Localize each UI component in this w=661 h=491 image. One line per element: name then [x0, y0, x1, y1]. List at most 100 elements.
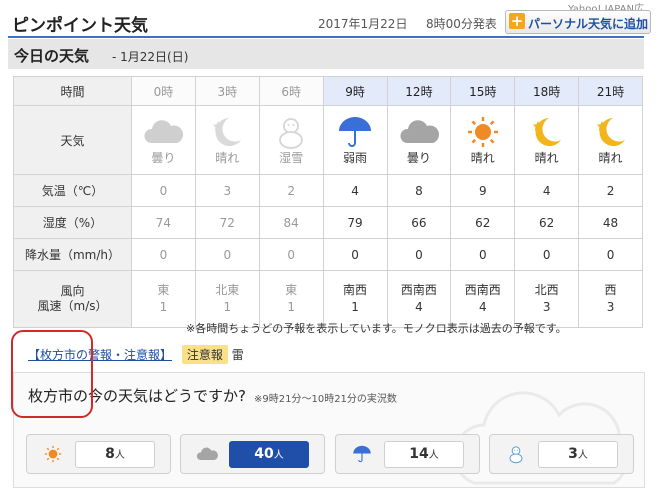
vote-button-sun[interactable]: 8人: [26, 434, 171, 474]
vote-count-value: 14: [409, 446, 429, 462]
cell-precipitation: 0: [514, 238, 580, 271]
wind-direction: 南西: [343, 283, 368, 297]
weather-label: 晴れ: [215, 150, 240, 165]
cloud-icon: [141, 115, 185, 149]
umbrella-icon: [350, 443, 374, 465]
cell-weather: 湿雪: [258, 105, 324, 175]
plus-icon: +: [509, 12, 525, 30]
cell-humidity: 72: [194, 206, 260, 239]
add-personal-weather-button[interactable]: + パーソナル天気に追加: [505, 10, 651, 34]
row-label-wind-speed: 風速（m/s）: [37, 299, 108, 313]
row-wind: 風向 風速（m/s）東 1 北東 1 東 1 南西 1 西南西 4 西南西 4 北西 3 西 3: [13, 270, 643, 328]
weather-label: 晴れ: [470, 150, 495, 165]
today-section-header: 今日の天気 - 1月22日(日): [8, 39, 644, 69]
cell-temperature: 3: [194, 174, 260, 207]
cell-time: 12時: [386, 76, 452, 106]
cell-wind: 西南西 4: [386, 270, 452, 328]
umbrella-icon: [333, 115, 377, 149]
wind-speed: 3: [606, 300, 615, 314]
published-time: 8時00分発表: [426, 17, 497, 31]
cell-time: 6時: [258, 76, 324, 106]
cell-weather: 晴れ: [194, 105, 260, 175]
wind-direction: 北東: [215, 283, 240, 297]
cell-temperature: 2: [258, 174, 324, 207]
forecast-date: 2017年1月22日: [318, 17, 408, 31]
alert-badge: 注意報: [181, 345, 228, 364]
wind-speed: 3: [542, 300, 551, 314]
cell-humidity: 62: [514, 206, 580, 239]
weather-label: 湿雪: [279, 150, 304, 165]
vote-count-unit: 人: [273, 450, 284, 461]
wind-direction: 東: [285, 283, 298, 297]
cell-wind: 北東 1: [194, 270, 260, 328]
row-precipitation: 降水量（mm/h） 0 0 0 0 0 0 0 0: [13, 238, 643, 271]
weather-label: 曇り: [406, 150, 431, 165]
wind-direction: 西: [604, 283, 617, 297]
cell-temperature: 8: [386, 174, 452, 207]
cell-weather: 弱雨: [322, 105, 388, 175]
cell-precipitation: 0: [131, 238, 196, 271]
row-label-weather: 天気: [13, 105, 132, 175]
vote-count-unit: 人: [577, 450, 588, 461]
sun-icon: [41, 443, 65, 465]
cell-temperature: 2: [578, 174, 643, 207]
row-temperature: 気温（℃） 0 3 2 4 8 9 4 2: [13, 174, 643, 207]
today-date: - 1月22日(日): [112, 50, 189, 64]
vote-count-value: 8: [105, 446, 115, 462]
wind-speed: 1: [287, 300, 295, 314]
moon-icon: [589, 115, 633, 149]
cloud-icon: [397, 115, 441, 149]
cell-temperature: 4: [514, 174, 580, 207]
row-weather: 天気 曇り 晴れ 湿雪 弱雨 曇り 晴れ 晴れ 晴れ: [13, 105, 643, 175]
page-title: ピンポイント天気: [12, 16, 148, 36]
wind-speed: 4: [415, 300, 423, 314]
moon-icon: [525, 115, 569, 149]
vote-count: 8人: [75, 441, 155, 468]
wind-speed: 1: [351, 300, 359, 314]
cell-humidity: 62: [450, 206, 516, 239]
vote-count-value: 3: [568, 446, 578, 462]
snowman-icon: [504, 443, 528, 465]
add-personal-weather-label: パーソナル天気に追加: [528, 17, 649, 31]
row-label-temperature: 気温（℃）: [13, 174, 132, 207]
cell-wind: 東1: [131, 270, 196, 328]
cell-precipitation: 0: [322, 238, 388, 271]
row-label-precipitation: 降水量（mm/h）: [13, 238, 132, 271]
row-humidity: 湿度（%） 74 72 84 79 66 62 62 48: [13, 206, 643, 239]
cell-time: 18時: [514, 76, 580, 106]
weather-label: 弱雨: [343, 150, 368, 165]
vote-count-value: 40: [254, 446, 274, 462]
cell-time: 21時: [578, 76, 643, 106]
cell-temperature: 9: [450, 174, 516, 207]
cell-precipitation: 0: [386, 238, 452, 271]
vote-count: 3人: [538, 441, 618, 468]
cell-weather: 晴れ: [514, 105, 580, 175]
page-header: Yahoo! JAPAN広告 ピンポイント天気 2017年1月22日 8時00分…: [8, 4, 651, 38]
cell-humidity: 48: [578, 206, 643, 239]
cell-wind: 南西 1: [322, 270, 388, 328]
wind-direction: 北西: [534, 283, 559, 297]
cell-weather: 晴れ: [578, 105, 643, 175]
vote-button-cloud[interactable]: 40人: [180, 434, 325, 474]
row-label-wind-dir: 風向: [60, 284, 85, 298]
cell-wind: 西3: [578, 270, 643, 328]
vote-button-umbrella[interactable]: 14人: [335, 434, 480, 474]
vote-count: 40人: [229, 441, 309, 468]
vote-button-snowman[interactable]: 3人: [489, 434, 634, 474]
cell-humidity: 74: [131, 206, 196, 239]
cell-wind: 北西 3: [514, 270, 580, 328]
cell-wind: 東1: [258, 270, 324, 328]
wind-speed: 1: [159, 300, 168, 314]
cell-weather: 晴れ: [450, 105, 516, 175]
forecast-note: ※各時間ちょうどの予報を表示しています。モノクロ表示は過去の予報です。: [186, 322, 567, 335]
row-time: 時間 0時 3時 6時 9時 12時 15時 18時 21時: [13, 76, 643, 106]
row-label-humidity: 湿度（%）: [13, 206, 132, 239]
cell-humidity: 79: [322, 206, 388, 239]
snowman-icon: [269, 115, 313, 149]
weather-survey: 枚方市の今の天気はどうですか? ※9時21分～10時21分の実況数 8人 40人 1…: [13, 372, 645, 488]
cell-temperature: 4: [322, 174, 388, 207]
wind-direction: 西南西: [400, 283, 437, 297]
forecast-table: 時間 0時 3時 6時 9時 12時 15時 18時 21時 天気 曇り 晴れ 湿雪 弱雨 曇り 晴れ 晴れ 晴れ…: [13, 76, 643, 328]
cell-precipitation: 0: [450, 238, 516, 271]
cell-weather: 曇り: [386, 105, 452, 175]
